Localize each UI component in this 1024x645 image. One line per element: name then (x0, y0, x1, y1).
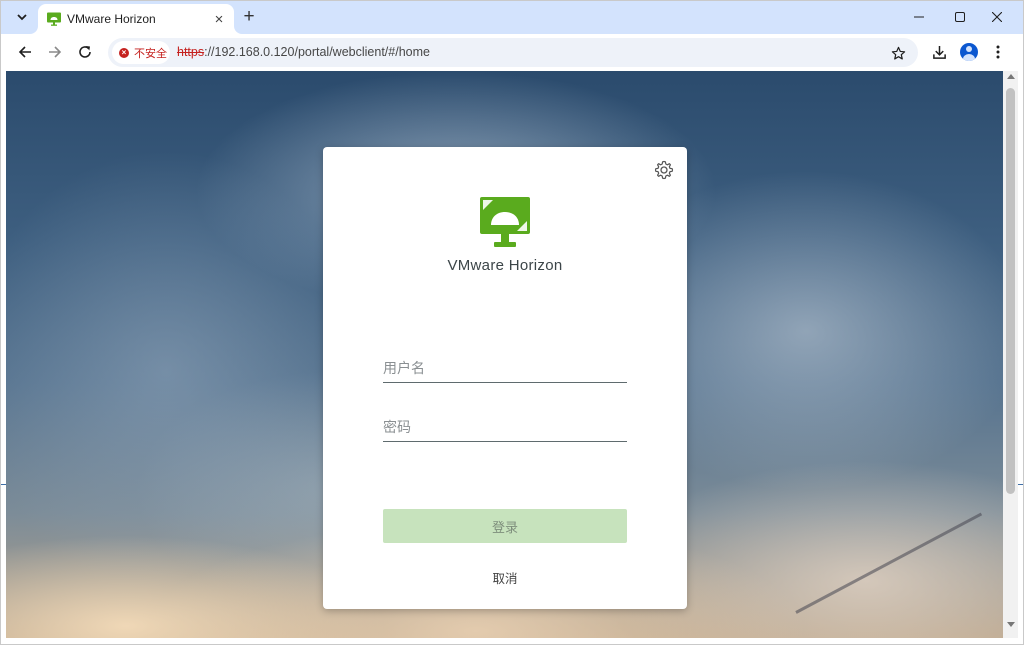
vmware-horizon-favicon (47, 12, 61, 26)
star-icon (891, 46, 905, 60)
url-text[interactable]: https://192.168.0.120/portal/webclient/#… (177, 45, 430, 59)
window-edge-line-right (1018, 484, 1024, 485)
login-card: VMware Horizon 登录 取消 (323, 147, 687, 609)
minimize-icon (914, 16, 924, 18)
warning-icon: × (119, 47, 129, 58)
brand-title: VMware Horizon (447, 257, 563, 274)
url-scheme: https (177, 45, 205, 59)
security-label: 不安全 (134, 47, 167, 60)
scrollbar-thumb[interactable] (1006, 88, 1015, 494)
back-button[interactable] (12, 39, 38, 65)
reload-icon (79, 46, 91, 58)
kebab-menu-icon (996, 45, 1000, 59)
download-icon (932, 45, 946, 59)
close-icon (992, 12, 1002, 22)
address-bar[interactable]: × 不安全 https://192.168.0.120/portal/webcl… (108, 38, 918, 67)
scroll-down-button[interactable] (1003, 622, 1018, 634)
browser-toolbar: × 不安全 https://192.168.0.120/portal/webcl… (6, 34, 1018, 71)
password-input[interactable] (383, 412, 627, 442)
close-window-button[interactable] (983, 5, 1011, 29)
forward-button[interactable] (42, 39, 68, 65)
maximize-button[interactable] (946, 5, 974, 29)
browser-tab[interactable]: VMware Horizon × (38, 4, 234, 34)
new-tab-button[interactable]: + (238, 6, 260, 28)
tab-title: VMware Horizon (67, 12, 156, 26)
triangle-up-icon (1006, 74, 1015, 79)
tab-strip: VMware Horizon × + (0, 0, 1024, 34)
bookmark-button[interactable] (888, 43, 908, 63)
tab-close-button[interactable]: × (210, 10, 228, 28)
scroll-up-button[interactable] (1003, 73, 1018, 85)
chevron-down-icon (17, 13, 27, 20)
download-button[interactable] (926, 39, 952, 65)
maximize-icon (955, 12, 965, 22)
avatar-icon (960, 43, 978, 61)
arrow-left-icon (18, 46, 31, 58)
url-path: ://192.168.0.120/portal/webclient/#/home (204, 45, 430, 59)
minimize-button[interactable] (905, 5, 933, 29)
login-button[interactable]: 登录 (383, 509, 627, 543)
vmware-horizon-logo (480, 197, 530, 247)
profile-button[interactable] (956, 39, 982, 65)
window-edge-line-left (0, 484, 6, 485)
triangle-down-icon (1006, 622, 1015, 627)
security-indicator[interactable]: × 不安全 (112, 41, 170, 64)
gear-icon[interactable] (654, 160, 674, 180)
arrow-right-icon (49, 46, 62, 58)
reload-button[interactable] (72, 39, 98, 65)
cancel-link[interactable]: 取消 (323, 568, 687, 587)
browser-menu-button[interactable] (985, 39, 1011, 65)
page-viewport: VMware Horizon 登录 取消 (6, 71, 1003, 638)
username-input[interactable] (383, 353, 627, 383)
